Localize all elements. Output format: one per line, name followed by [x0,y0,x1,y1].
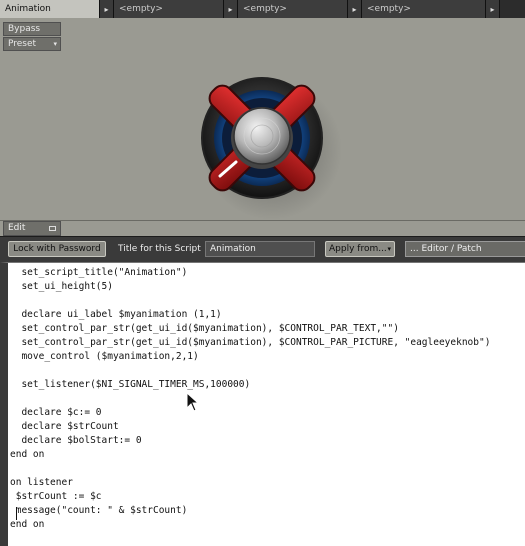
editor-toolbar: Lock with Password Title for this Script… [0,236,525,262]
bypass-button[interactable]: Bypass [3,22,61,36]
eagle-eye-knob-icon[interactable] [180,58,350,228]
code-line[interactable]: declare $strCount [10,420,490,434]
editor-label: ... Editor / Patch [410,244,482,254]
chevron-right-icon[interactable]: ▸ [223,0,237,18]
script-title-value: Animation [210,244,256,254]
edit-toggle-button[interactable]: Edit [3,221,61,236]
code-line[interactable] [10,392,490,406]
code-line[interactable]: end on [10,518,490,532]
apply-from-dropdown[interactable]: Apply from... ▾ [325,241,395,257]
tab-empty-2[interactable]: <empty> ▸ [238,0,362,18]
code-line[interactable]: set_script_title("Animation") [10,266,490,280]
apply-label: Apply from... [329,244,387,254]
code-line[interactable]: declare $c:= 0 [10,406,490,420]
tab-label: <empty> [243,4,287,14]
preset-label: Preset [8,39,37,49]
tab-animation[interactable]: Animation ▸ [0,0,114,18]
code-line[interactable]: set_control_par_str(get_ui_id($myanimati… [10,336,490,350]
code-line[interactable]: set_control_par_str(get_ui_id($myanimati… [10,322,490,336]
code-line[interactable] [10,364,490,378]
code-line[interactable]: declare $bolStart:= 0 [10,434,490,448]
script-code-editor[interactable]: set_script_title("Animation") set_ui_hei… [0,262,525,546]
preset-dropdown[interactable]: Preset ▾ [3,37,61,51]
code-line[interactable]: set_listener($NI_SIGNAL_TIMER_MS,100000) [10,378,490,392]
tab-strip: Animation ▸ <empty> ▸ <empty> ▸ <empty> … [0,0,525,18]
lock-label: Lock with Password [13,244,101,254]
tab-label: <empty> [119,4,163,14]
chevron-right-icon[interactable]: ▸ [485,0,499,18]
code-line[interactable]: declare ui_label $myanimation (1,1) [10,308,490,322]
tab-label: <empty> [367,4,411,14]
chevron-right-icon[interactable]: ▸ [99,0,113,18]
expand-icon [49,226,56,231]
tab-empty-3[interactable]: <empty> ▸ [362,0,500,18]
script-title-input[interactable]: Animation [205,241,315,257]
chevron-right-icon[interactable]: ▸ [347,0,361,18]
code-line[interactable] [10,462,490,476]
script-panel: Bypass Preset ▾ [0,18,525,221]
code-line[interactable] [10,294,490,308]
lock-with-password-button[interactable]: Lock with Password [8,241,106,257]
code-line[interactable]: on listener [10,476,490,490]
tab-label: Animation [5,4,51,14]
editor-patch-button[interactable]: ... Editor / Patch [405,241,525,257]
text-cursor [16,507,17,520]
code-line[interactable]: end on [10,448,490,462]
mouse-pointer-icon [186,392,200,412]
script-title-label: Title for this Script [118,244,201,254]
code-line[interactable]: message("count: " & $strCount) [10,504,490,518]
chevron-down-icon: ▾ [387,245,391,253]
code-text[interactable]: set_script_title("Animation") set_ui_hei… [10,266,490,532]
tab-empty-1[interactable]: <empty> ▸ [114,0,238,18]
edit-label: Edit [8,223,26,233]
code-line[interactable]: $strCount := $c [10,490,490,504]
chevron-down-icon: ▾ [53,40,57,48]
bypass-label: Bypass [8,24,41,34]
code-line[interactable]: move_control ($myanimation,2,1) [10,350,490,364]
code-line[interactable]: set_ui_height(5) [10,280,490,294]
